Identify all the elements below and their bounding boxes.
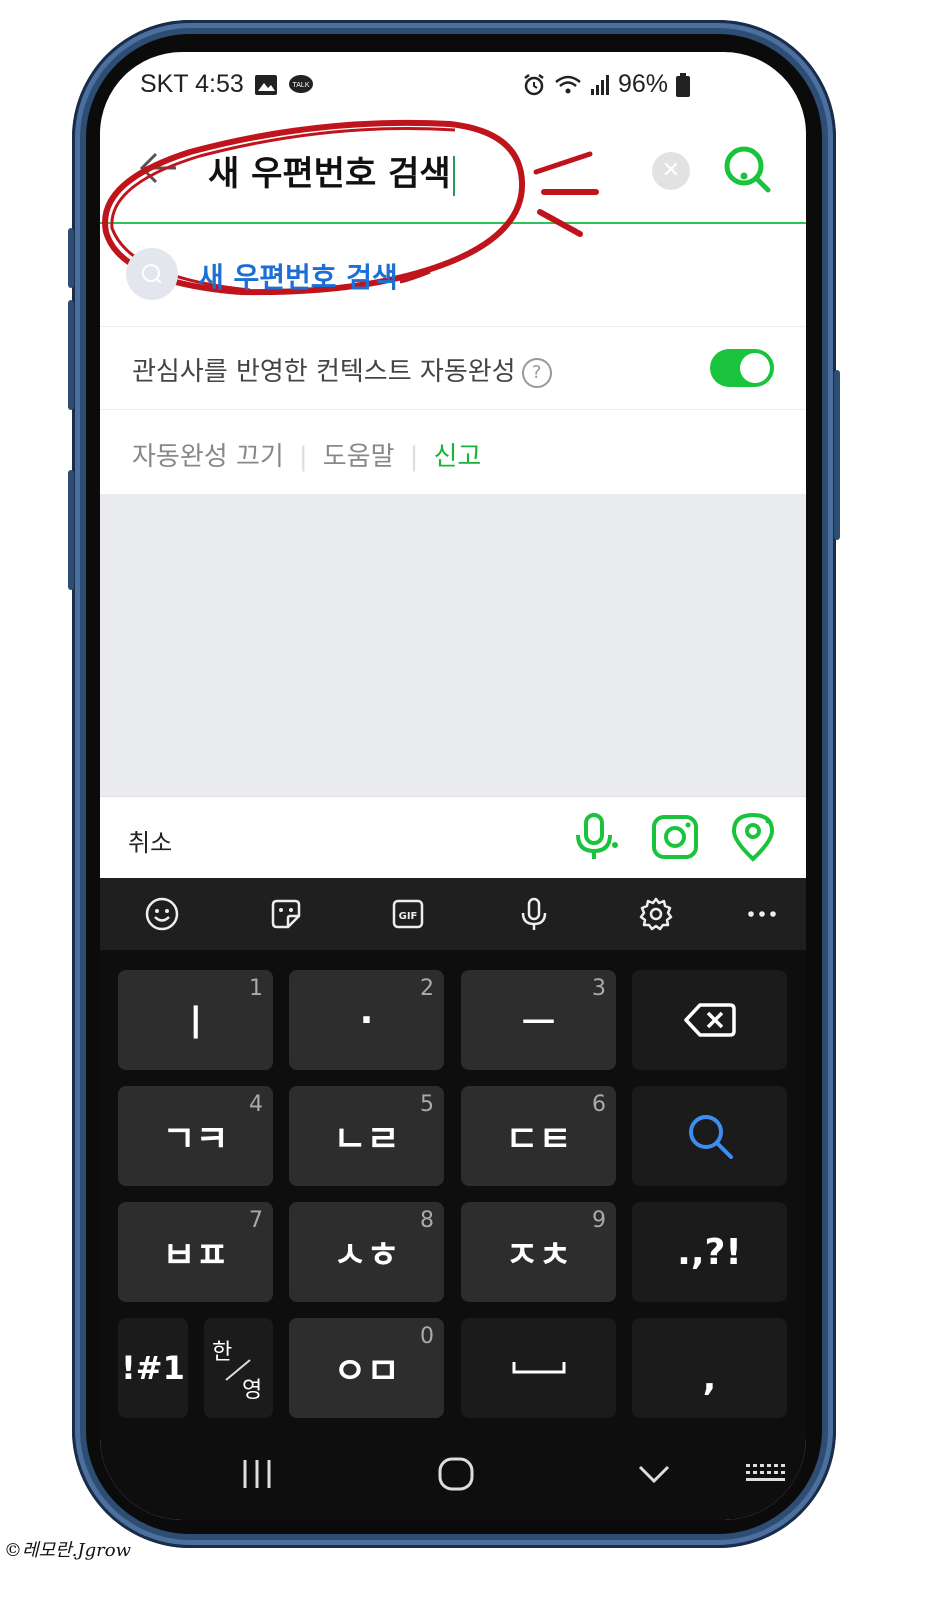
battery-percent: 96% xyxy=(617,70,668,98)
back-arrow-icon[interactable] xyxy=(136,146,180,190)
key-eu[interactable]: ㅡ 3 xyxy=(461,970,616,1070)
cancel-button[interactable]: 취소 xyxy=(128,823,172,858)
carrier-time: SKT 4:53 xyxy=(140,70,244,98)
empty-content-area xyxy=(100,494,806,796)
key-o-m[interactable]: ㅇㅁ 0 xyxy=(289,1318,444,1418)
svg-text:TALK: TALK xyxy=(292,82,309,89)
battery-icon xyxy=(676,72,690,97)
watermark: ©레모란.Jgrow xyxy=(4,1540,131,1561)
volume-up-button xyxy=(68,228,74,288)
context-autocomplete-toggle[interactable] xyxy=(710,349,774,387)
signal-icon xyxy=(590,74,609,95)
key-label: !#1 xyxy=(121,1349,185,1387)
search-input[interactable]: 새 우편번호 검색 xyxy=(208,146,455,196)
key-i[interactable]: ㅣ 1 xyxy=(118,970,273,1070)
autocomplete-off-link[interactable]: 자동완성 끄기 xyxy=(132,442,284,472)
alarm-icon xyxy=(524,73,544,95)
key-number: 4 xyxy=(249,1092,263,1117)
close-icon: ✕ xyxy=(661,158,681,183)
emoji-icon[interactable] xyxy=(144,896,180,932)
comma-key[interactable]: , xyxy=(632,1318,787,1418)
recent-apps-icon[interactable] xyxy=(240,1454,274,1494)
screen: SKT 4:53 TALK 96% 새 우편번호 검색 ✕ 새 우편번호 검색 xyxy=(100,52,806,1520)
search-enter-key[interactable] xyxy=(632,1086,787,1186)
report-link[interactable]: 신고 xyxy=(433,442,481,472)
key-number: 9 xyxy=(592,1208,606,1233)
navigation-bar xyxy=(100,1430,806,1520)
key-number: 0 xyxy=(420,1324,434,1349)
backspace-key[interactable] xyxy=(632,970,787,1070)
context-autocomplete-label: 관심사를 반영한 컨텍스트 자동완성 xyxy=(132,357,516,387)
more-options-icon[interactable] xyxy=(744,896,780,932)
gif-icon[interactable]: GIF xyxy=(390,896,426,932)
key-n-r[interactable]: ㄴㄹ 5 xyxy=(289,1086,444,1186)
korean-keyboard: ㅣ 1 · 2 ㅡ 3 ㄱㅋ 4 ㄴㄹ 5 ㄷㅌ 6 ㅂㅍ 7 ㅅㅎ 8 ㅈㅊ … xyxy=(100,950,806,1430)
help-icon[interactable]: ? xyxy=(521,357,552,388)
lang-english-label: 영 xyxy=(242,1378,263,1403)
location-search-icon[interactable] xyxy=(728,811,778,863)
key-label: .,?! xyxy=(677,1231,742,1273)
symbols-key[interactable]: !#1 xyxy=(118,1318,188,1418)
volume-down-button xyxy=(68,300,74,410)
key-number: 8 xyxy=(420,1208,434,1233)
voice-search-icon[interactable] xyxy=(570,811,620,863)
key-d-t[interactable]: ㄷㅌ 6 xyxy=(461,1086,616,1186)
lens-search-icon[interactable] xyxy=(650,811,700,863)
sticker-icon[interactable] xyxy=(268,896,304,932)
power-button xyxy=(834,370,840,540)
home-icon[interactable] xyxy=(436,1454,476,1494)
gallery-icon xyxy=(254,74,277,95)
separator: | xyxy=(409,442,419,472)
backspace-icon xyxy=(683,1003,736,1037)
search-icon[interactable] xyxy=(720,142,776,198)
help-link[interactable]: 도움말 xyxy=(323,442,395,472)
key-s-h[interactable]: ㅅㅎ 8 xyxy=(289,1202,444,1302)
key-number: 7 xyxy=(249,1208,263,1233)
keyboard-mic-icon[interactable] xyxy=(516,896,552,932)
status-bar: SKT 4:53 TALK 96% xyxy=(100,52,806,122)
punctuation-key[interactable]: .,?! xyxy=(632,1202,787,1302)
key-j-ch[interactable]: ㅈㅊ 9 xyxy=(461,1202,616,1302)
key-label: , xyxy=(702,1357,717,1399)
suggestion-item[interactable]: 새 우편번호 검색 xyxy=(100,224,806,327)
key-number: 5 xyxy=(420,1092,434,1117)
separator: | xyxy=(298,442,308,472)
search-icon xyxy=(688,1115,733,1159)
key-number: 2 xyxy=(420,976,434,1001)
chevron-down-icon[interactable] xyxy=(634,1454,674,1494)
suggestion-text: 새 우편번호 검색 xyxy=(198,261,398,294)
settings-gear-icon[interactable] xyxy=(638,896,674,932)
text-caret xyxy=(452,155,455,196)
key-g-k[interactable]: ㄱㅋ 4 xyxy=(118,1086,273,1186)
keyboard-icon[interactable] xyxy=(744,1454,786,1494)
bixby-button xyxy=(68,470,74,590)
key-number: 1 xyxy=(249,976,263,1001)
suggestion-search-icon xyxy=(126,248,178,300)
language-switch-key[interactable]: 한 영 xyxy=(204,1318,273,1418)
search-bar: 새 우편번호 검색 ✕ xyxy=(100,122,806,224)
wifi-icon xyxy=(555,75,581,93)
search-query: 새 우편번호 검색 xyxy=(208,154,451,194)
autocomplete-links-row: 자동완성 끄기 | 도움말 | 신고 xyxy=(100,410,806,494)
svg-text:GIF: GIF xyxy=(399,911,418,922)
keyboard-toolbar: GIF xyxy=(100,878,806,950)
key-number: 6 xyxy=(592,1092,606,1117)
toggle-knob xyxy=(740,353,770,383)
space-icon xyxy=(512,1362,565,1374)
space-key[interactable] xyxy=(461,1318,616,1418)
search-action-bar: 취소 xyxy=(100,796,806,879)
context-autocomplete-row: 관심사를 반영한 컨텍스트 자동완성? xyxy=(100,327,806,410)
key-dot[interactable]: · 2 xyxy=(289,970,444,1070)
talk-icon: TALK xyxy=(288,74,313,93)
clear-search-button[interactable]: ✕ xyxy=(652,152,690,190)
key-number: 3 xyxy=(592,976,606,1001)
key-b-p[interactable]: ㅂㅍ 7 xyxy=(118,1202,273,1302)
